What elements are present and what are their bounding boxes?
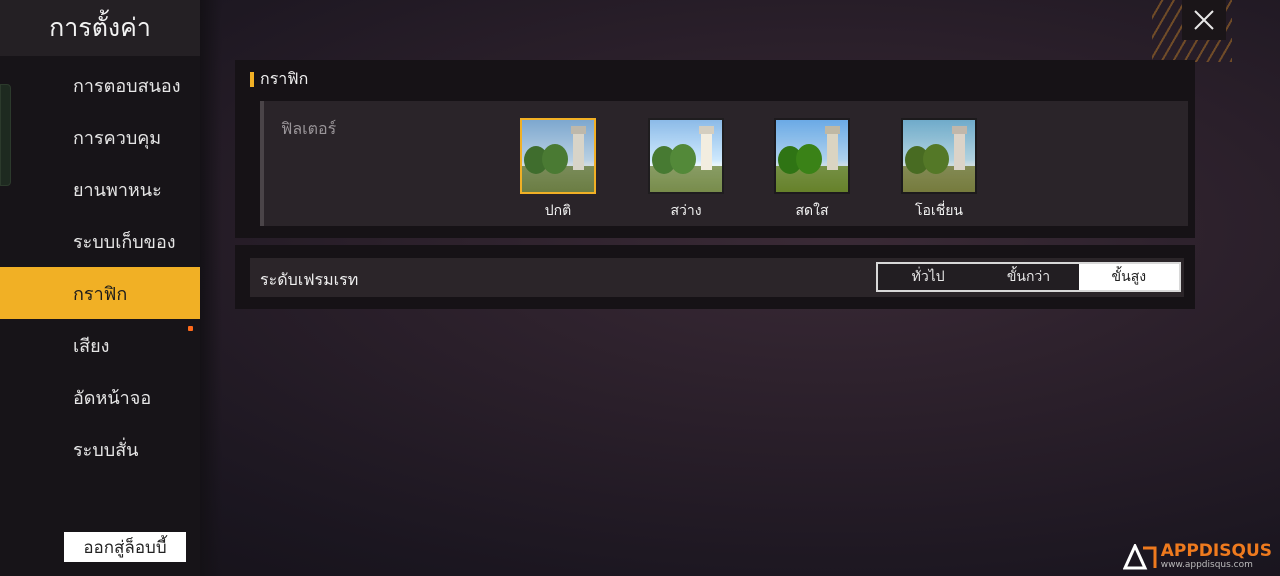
watermark-brand: APPDISQUS [1160, 541, 1272, 561]
filter-thumbnail [648, 118, 724, 194]
filter-thumbnail [520, 118, 596, 194]
sidebar-item-graphics[interactable]: กราฟิก [0, 267, 200, 319]
sidebar-shadow [200, 0, 222, 576]
section-title: กราฟิก [260, 68, 309, 88]
sidebar-item-response[interactable]: การตอบสนอง [0, 59, 200, 111]
filter-option-label: ปกติ [544, 203, 572, 219]
frame-rate-selector: ทั่วไป ขั้นกว่า ขั้นสูง [876, 262, 1181, 292]
settings-title: การตั้งค่า [0, 0, 200, 56]
exit-to-lobby-button[interactable]: ออกสู่ล็อบบี้ [64, 532, 186, 562]
filter-option-label: สดใส [795, 203, 829, 219]
filter-option-label: สว่าง [670, 203, 702, 219]
frame-rate-option-high[interactable]: ขั้นสูง [1078, 264, 1179, 290]
frame-rate-row: ระดับเฟรมเรท ทั่วไป ขั้นกว่า ขั้นสูง [250, 258, 1184, 297]
filter-option-ocean[interactable]: โอเชี่ยน [899, 118, 979, 222]
sidebar-item-screen-record[interactable]: อัดหน้าจอ [0, 371, 200, 423]
graphics-section-header: กราฟิก [235, 60, 1195, 98]
section-marker [250, 71, 254, 87]
frame-rate-option-advanced[interactable]: ขั้นกว่า [978, 264, 1078, 290]
notification-dot [188, 326, 193, 331]
filter-option-normal[interactable]: ปกติ [518, 118, 598, 222]
watermark-logo: APPDISQUS www.appdisqus.com [1122, 541, 1272, 571]
filter-option-vivid[interactable]: สดใส [772, 118, 852, 222]
sidebar-item-sound[interactable]: เสียง [0, 319, 200, 371]
filter-thumbnail [901, 118, 977, 194]
filter-thumbnail [774, 118, 850, 194]
frame-rate-panel: ระดับเฟรมเรท ทั่วไป ขั้นกว่า ขั้นสูง [235, 245, 1195, 309]
sidebar-item-vibration[interactable]: ระบบสั่น [0, 423, 200, 475]
settings-nav: การตอบสนอง การควบคุม ยานพาหนะ ระบบเก็บขอ… [0, 59, 200, 475]
filter-option-bright[interactable]: สว่าง [646, 118, 726, 222]
frame-rate-label: ระดับเฟรมเรท [260, 270, 359, 289]
sidebar-item-controls[interactable]: การควบคุม [0, 111, 200, 163]
close-icon [1194, 10, 1214, 30]
filter-option-label: โอเชี่ยน [915, 203, 963, 219]
watermark-text: APPDISQUS www.appdisqus.com [1160, 541, 1272, 571]
filter-label: ฟิลเตอร์ [281, 119, 337, 138]
filter-panel: ฟิลเตอร์ ปกติ สว่าง สดใส โอเชี่ยน [235, 98, 1195, 238]
frame-rate-option-normal[interactable]: ทั่วไป [878, 264, 978, 290]
sidebar-item-inventory[interactable]: ระบบเก็บของ [0, 215, 200, 267]
sidebar-item-vehicles[interactable]: ยานพาหนะ [0, 163, 200, 215]
settings-sidebar: การตั้งค่า การตอบสนอง การควบคุม ยานพาหนะ… [0, 0, 200, 576]
close-button[interactable] [1182, 0, 1226, 40]
watermark-site: www.appdisqus.com [1160, 560, 1253, 570]
filter-row: ฟิลเตอร์ ปกติ สว่าง สดใส โอเชี่ยน [260, 101, 1188, 226]
appdisqus-logo-icon [1122, 544, 1157, 570]
